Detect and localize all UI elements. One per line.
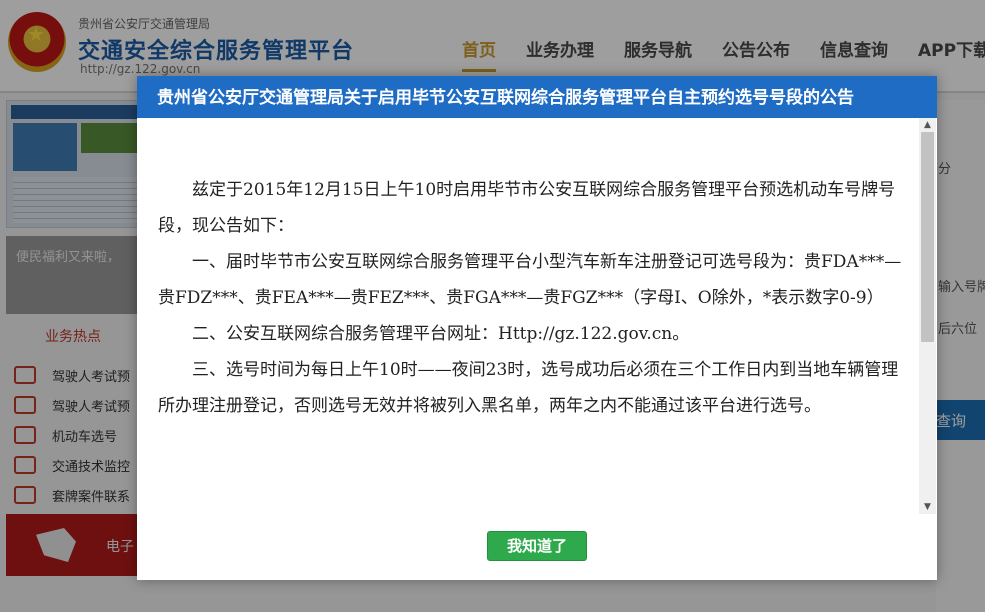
scroll-up-arrow-icon[interactable]: ▲: [919, 118, 936, 132]
dialog-content[interactable]: 兹定于2015年12月15日上午10时启用毕节市公安互联网综合服务管理平台预选机…: [137, 118, 917, 514]
scroll-thumb[interactable]: [921, 132, 934, 342]
announcement-dialog: 贵州省公安厅交通管理局关于启用毕节公安互联网综合服务管理平台自主预约选号号段的公…: [137, 76, 937, 580]
dialog-footer: 我知道了: [137, 514, 937, 580]
paragraph-intro: 兹定于2015年12月15日上午10时启用毕节市公安互联网综合服务管理平台预选机…: [158, 180, 896, 236]
dialog-title: 贵州省公安厅交通管理局关于启用毕节公安互联网综合服务管理平台自主预约选号号段的公…: [157, 88, 854, 108]
paragraph-2: 二、公安互联网综合服务管理平台网址：Http://gz.122.gov.cn。: [192, 324, 690, 344]
i-understand-button[interactable]: 我知道了: [487, 531, 587, 561]
dialog-body: 兹定于2015年12月15日上午10时启用毕节市公安互联网综合服务管理平台预选机…: [137, 118, 917, 424]
paragraph-3: 三、选号时间为每日上午10时——夜间23时，选号成功后必须在三个工作日内到当地车…: [158, 360, 899, 416]
paragraph-1: 一、届时毕节市公安互联网综合服务管理平台小型汽车新车注册登记可选号段为：贵FDA…: [158, 252, 902, 308]
dialog-scrollbar[interactable]: ▲ ▼: [919, 118, 936, 514]
scroll-down-arrow-icon[interactable]: ▼: [919, 500, 936, 514]
dialog-header: 贵州省公安厅交通管理局关于启用毕节公安互联网综合服务管理平台自主预约选号号段的公…: [137, 76, 937, 118]
